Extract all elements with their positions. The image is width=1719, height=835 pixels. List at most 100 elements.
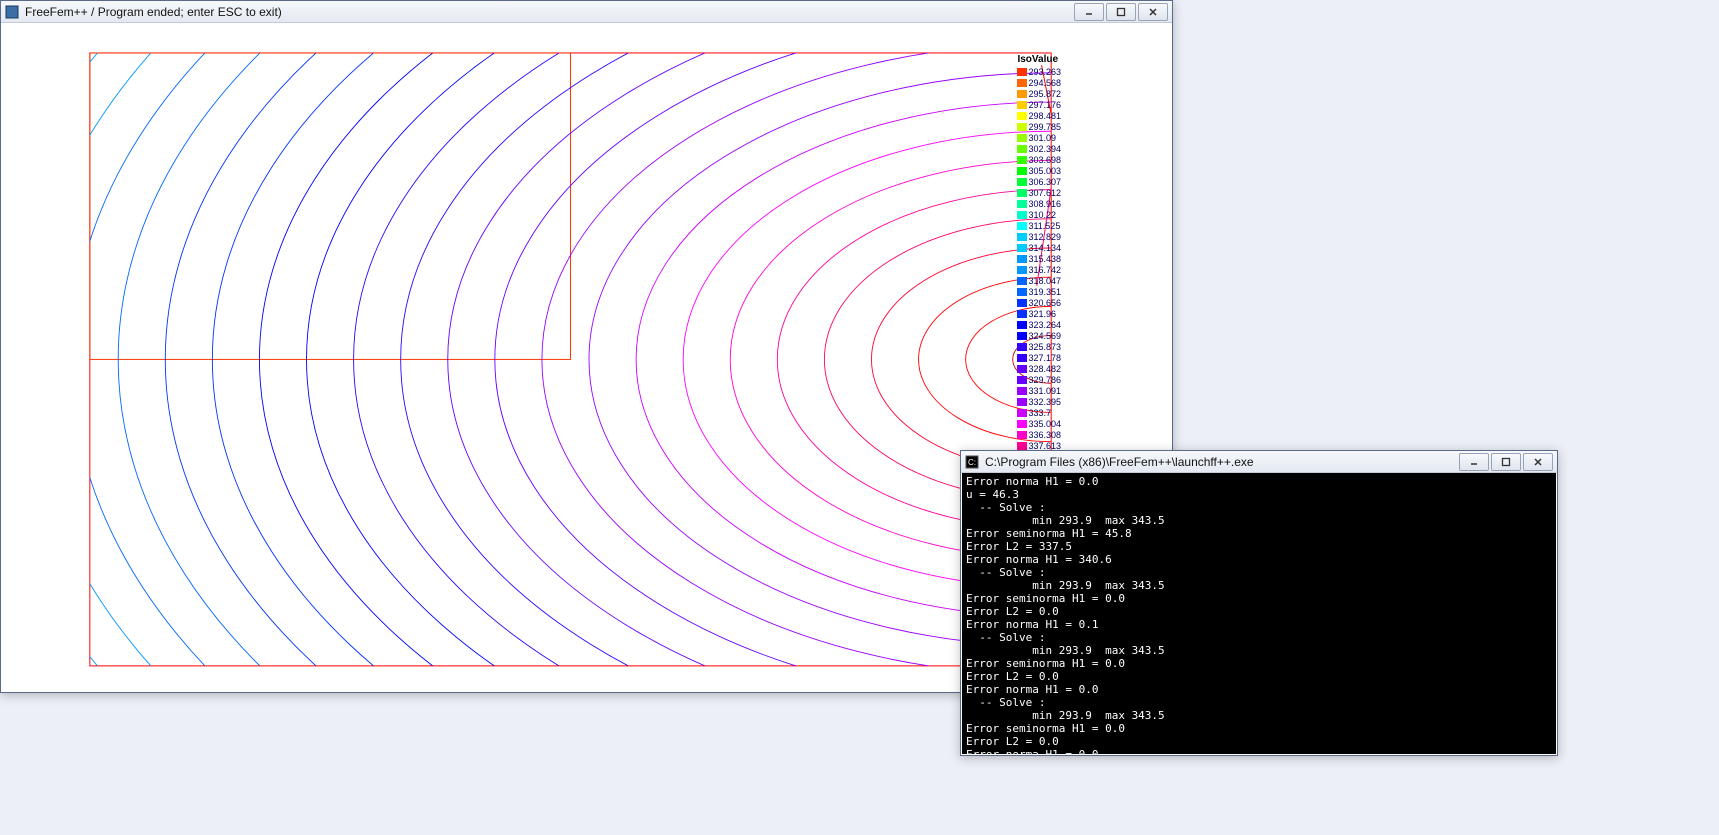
legend-swatch: [1017, 112, 1027, 120]
legend-value: 298.481: [1028, 111, 1061, 121]
legend-item: 319.351: [1017, 286, 1061, 297]
legend-swatch: [1017, 123, 1027, 131]
legend-title: IsoValue: [1017, 55, 1061, 65]
legend-item: 295.872: [1017, 88, 1061, 99]
legend-item: 333.7: [1017, 407, 1061, 418]
legend-swatch: [1017, 167, 1027, 175]
legend-item: 299.785: [1017, 121, 1061, 132]
legend-item: 303.698: [1017, 154, 1061, 165]
legend-value: 337.613: [1028, 441, 1061, 451]
legend-value: 305.003: [1028, 166, 1061, 176]
legend-value: 324.569: [1028, 331, 1061, 341]
legend-swatch: [1017, 299, 1027, 307]
legend-swatch: [1017, 244, 1027, 252]
legend-value: 319.351: [1028, 287, 1061, 297]
legend-item: 301.09: [1017, 132, 1061, 143]
legend-swatch: [1017, 277, 1027, 285]
legend-value: 307.612: [1028, 188, 1061, 198]
legend-swatch: [1017, 134, 1027, 142]
legend-item: 320.656: [1017, 297, 1061, 308]
legend-value: 314.134: [1028, 243, 1061, 253]
minimize-button[interactable]: [1459, 453, 1489, 471]
legend-value: 331.091: [1028, 386, 1061, 396]
legend-item: 316.742: [1017, 264, 1061, 275]
freefem-icon: [5, 5, 19, 19]
legend-item: 306.307: [1017, 176, 1061, 187]
legend-value: 316.742: [1028, 265, 1061, 275]
svg-text:C:: C:: [968, 458, 976, 467]
legend-value: 323.264: [1028, 320, 1061, 330]
legend-value: 311.525: [1028, 221, 1060, 231]
legend-swatch: [1017, 376, 1027, 384]
legend-swatch: [1017, 387, 1027, 395]
legend-item: 294.568: [1017, 77, 1061, 88]
legend-item: 298.481: [1017, 110, 1061, 121]
legend-item: 335.004: [1017, 418, 1061, 429]
legend-value: 294.568: [1028, 78, 1061, 88]
legend-item: 314.134: [1017, 242, 1061, 253]
legend-value: 325.873: [1028, 342, 1061, 352]
plot-titlebar[interactable]: FreeFem++ / Program ended; enter ESC to …: [1, 1, 1172, 23]
legend-swatch: [1017, 156, 1027, 164]
legend-value: 320.656: [1028, 298, 1061, 308]
legend-item: 311.525: [1017, 220, 1061, 231]
legend-swatch: [1017, 178, 1027, 186]
legend-item: 336.308: [1017, 429, 1061, 440]
legend-swatch: [1017, 332, 1027, 340]
legend-swatch: [1017, 90, 1027, 98]
legend-value: 302.394: [1028, 144, 1061, 154]
minimize-button[interactable]: [1074, 3, 1104, 21]
plot-title-text: FreeFem++ / Program ended; enter ESC to …: [25, 5, 1072, 19]
legend-item: 323.264: [1017, 319, 1061, 330]
legend-swatch: [1017, 145, 1027, 153]
legend-swatch: [1017, 398, 1027, 406]
legend-value: 299.785: [1028, 122, 1061, 132]
close-button[interactable]: [1138, 3, 1168, 21]
legend-swatch: [1017, 101, 1027, 109]
legend-swatch: [1017, 420, 1027, 428]
legend-item: 315.438: [1017, 253, 1061, 264]
legend-value: 293.263: [1028, 67, 1061, 77]
legend-value: 310.22: [1028, 210, 1056, 220]
legend-item: 312.829: [1017, 231, 1061, 242]
legend-value: 318.047: [1028, 276, 1061, 286]
legend-value: 332.395: [1028, 397, 1061, 407]
legend-item: 305.003: [1017, 165, 1061, 176]
window-controls: [1072, 3, 1168, 21]
legend-swatch: [1017, 211, 1027, 219]
legend-value: 308.916: [1028, 199, 1061, 209]
legend-value: 321.96: [1028, 309, 1056, 319]
console-window: C: C:\Program Files (x86)\FreeFem++\laun…: [960, 450, 1558, 756]
maximize-button[interactable]: [1106, 3, 1136, 21]
legend-item: 307.612: [1017, 187, 1061, 198]
legend-item: 325.873: [1017, 341, 1061, 352]
maximize-button[interactable]: [1491, 453, 1521, 471]
legend-item: 324.569: [1017, 330, 1061, 341]
legend-swatch: [1017, 233, 1027, 241]
legend-value: 301.09: [1028, 133, 1056, 143]
console-titlebar[interactable]: C: C:\Program Files (x86)\FreeFem++\laun…: [961, 451, 1557, 473]
console-output[interactable]: Error norma H1 = 0.0 u = 46.3 -- Solve :…: [962, 473, 1556, 754]
legend-item: 293.263: [1017, 66, 1061, 77]
legend-item: 302.394: [1017, 143, 1061, 154]
legend-swatch: [1017, 321, 1027, 329]
close-button[interactable]: [1523, 453, 1553, 471]
legend-item: 332.395: [1017, 396, 1061, 407]
legend-swatch: [1017, 288, 1027, 296]
console-title-text: C:\Program Files (x86)\FreeFem++\launchf…: [985, 455, 1457, 469]
legend-value: 312.829: [1028, 232, 1061, 242]
legend-swatch: [1017, 200, 1027, 208]
legend-value: 306.307: [1028, 177, 1061, 187]
legend-value: 329.786: [1028, 375, 1061, 385]
legend-swatch: [1017, 255, 1027, 263]
legend-swatch: [1017, 343, 1027, 351]
legend-item: 308.916: [1017, 198, 1061, 209]
legend-item: 329.786: [1017, 374, 1061, 385]
legend-swatch: [1017, 442, 1027, 450]
legend-value: 295.872: [1028, 89, 1061, 99]
legend-value: 315.438: [1028, 254, 1061, 264]
legend-swatch: [1017, 79, 1027, 87]
legend-swatch: [1017, 365, 1027, 373]
window-controls: [1457, 453, 1553, 471]
legend-swatch: [1017, 354, 1027, 362]
